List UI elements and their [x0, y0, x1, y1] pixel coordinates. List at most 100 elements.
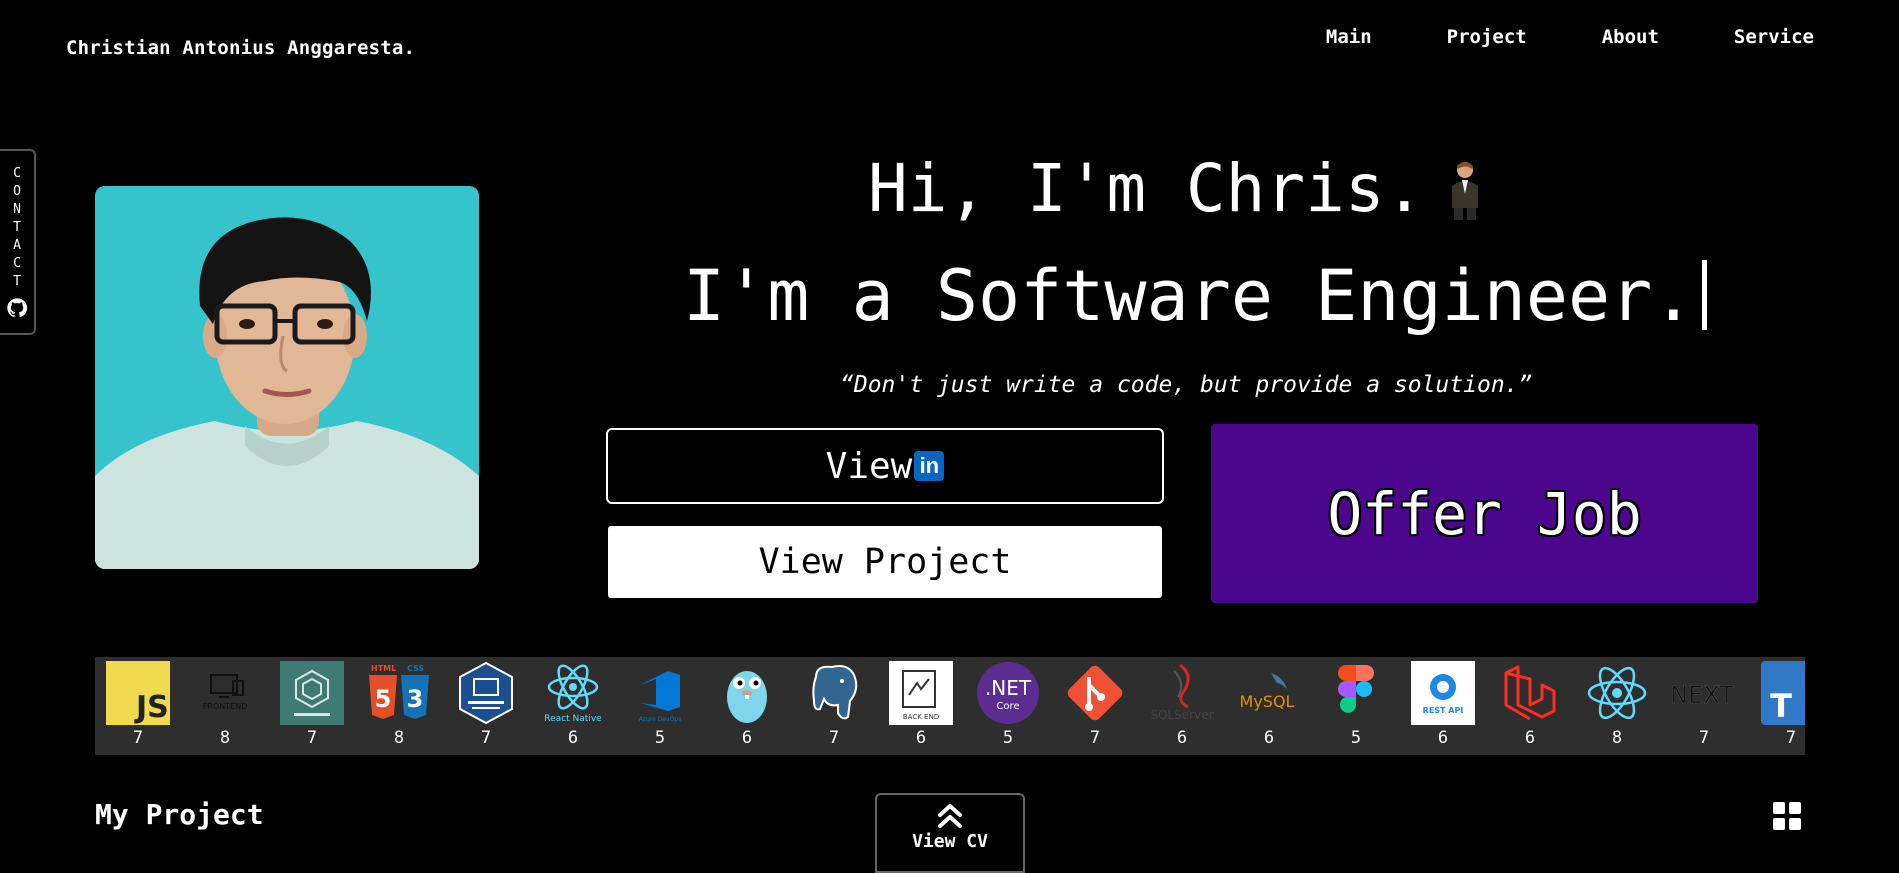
skill-software-engineering: 7	[453, 661, 519, 748]
golang-gopher-icon	[715, 661, 779, 725]
contact-letter: O	[13, 184, 21, 199]
skill-dotnet-core: .NET Core 5	[975, 661, 1041, 748]
skill-level: 7	[306, 728, 318, 748]
view-cv-button[interactable]: View CV	[875, 793, 1025, 873]
skill-level: 8	[219, 728, 231, 748]
dotnet-core-icon-text: Core	[996, 701, 1019, 712]
frontend-icon: FRONTEND	[193, 661, 257, 725]
skill-level: 8	[393, 728, 405, 748]
dotnet-core-icon: .NET Core	[976, 661, 1040, 725]
skill-level: 5	[654, 728, 666, 748]
skill-software-development: 7	[279, 661, 345, 748]
skill-sql-server: SQLServer 6	[1149, 661, 1215, 748]
skill-golang: 6	[714, 661, 780, 748]
hero-role-text: I'm a Software Engineer.	[683, 255, 1695, 337]
skill-level: 6	[1263, 728, 1275, 748]
react-icon	[1585, 661, 1649, 725]
sql-server-icon: SQLServer	[1150, 661, 1214, 725]
css-icon-text: CSS	[407, 664, 424, 673]
skill-frontend: FRONTEND 8	[192, 661, 258, 748]
react-native-icon-text: React Native	[544, 714, 602, 724]
software-development-icon	[280, 661, 344, 725]
view-project-button[interactable]: View Project	[608, 526, 1162, 598]
nextjs-icon: NEXT	[1672, 661, 1736, 725]
skill-figma: 5	[1323, 661, 1389, 748]
nav-main[interactable]: Main	[1326, 26, 1372, 48]
skills-strip[interactable]: JS 7 FRONTEND 8 7 HTML CSS 5 3 8 7 React Na…	[95, 657, 1805, 755]
postgresql-icon	[802, 661, 866, 725]
chevron-double-up-icon	[938, 804, 962, 828]
javascript-icon: JS	[106, 661, 170, 725]
restapi-icon-text: REST API	[1423, 706, 1464, 715]
sqlserver-icon-text: SQLServer	[1150, 708, 1213, 722]
skill-backend: BACK END 6	[888, 661, 954, 748]
contact-label: C O N T A C T	[13, 165, 21, 291]
dancing-avatar-icon	[1452, 161, 1479, 220]
contact-tab[interactable]: C O N T A C T	[0, 149, 36, 335]
svg-text:3: 3	[407, 685, 424, 713]
nav-project[interactable]: Project	[1447, 26, 1527, 48]
skill-level: 6	[1437, 728, 1449, 748]
html5-css3-icon: HTML CSS 5 3	[367, 661, 431, 725]
skill-git: 7	[1062, 661, 1128, 748]
brand-name[interactable]: Christian Antonius Anggaresta.	[66, 37, 415, 59]
skill-react: 8	[1584, 661, 1650, 748]
skill-level: 8	[1611, 728, 1623, 748]
skill-react-native: React Native 6	[540, 661, 606, 748]
typescript-icon: T	[1759, 661, 1805, 725]
contact-letter: C	[13, 256, 21, 271]
grid-view-icon[interactable]	[1773, 802, 1801, 830]
skill-level: 6	[741, 728, 753, 748]
view-cv-label: View CV	[912, 831, 988, 852]
main-nav: Main Project About Service	[1251, 26, 1814, 48]
backend-icon: BACK END	[889, 661, 953, 725]
svg-text:5: 5	[375, 685, 392, 713]
typescript-icon-text: T	[1770, 687, 1792, 725]
profile-photo	[95, 186, 479, 569]
skill-level: 5	[1002, 728, 1014, 748]
contact-letter: T	[13, 220, 21, 235]
skill-mysql: MySQL 6	[1236, 661, 1302, 748]
skill-typescript: T 7	[1758, 661, 1805, 748]
contact-letter: N	[13, 202, 21, 217]
skill-javascript: JS 7	[105, 661, 171, 748]
typing-caret	[1702, 260, 1708, 330]
view-linkedin-label: View	[825, 445, 913, 487]
skill-azure-devops: Azure DevOps 5	[627, 661, 693, 748]
nextjs-icon-text: NEXT	[1672, 681, 1734, 709]
laravel-icon	[1498, 661, 1562, 725]
skill-level: 7	[480, 728, 492, 748]
github-icon[interactable]	[6, 297, 28, 319]
skill-level: 7	[828, 728, 840, 748]
azure-devops-icon: Azure DevOps	[628, 661, 692, 725]
azure-icon-text: Azure DevOps	[639, 716, 682, 723]
nav-about[interactable]: About	[1602, 26, 1659, 48]
js-icon-text: JS	[134, 690, 169, 725]
figma-icon	[1324, 661, 1388, 725]
html-icon-text: HTML	[371, 664, 396, 673]
skill-rest-api: REST API 6	[1410, 661, 1476, 748]
software-engineering-icon	[454, 661, 518, 725]
rest-api-icon: REST API	[1411, 661, 1475, 725]
skill-level: 6	[567, 728, 579, 748]
hero-quote: “Don't just write a code, but provide a …	[840, 372, 1533, 398]
skill-level: 6	[915, 728, 927, 748]
skill-postgresql: 7	[801, 661, 867, 748]
mysql-icon: MySQL	[1237, 661, 1301, 725]
contact-letter: A	[13, 238, 21, 253]
offer-job-button[interactable]: Offer Job	[1211, 424, 1758, 603]
view-linkedin-button[interactable]: View in	[606, 428, 1164, 504]
hero-greeting-text: Hi, I'm Chris.	[868, 150, 1425, 227]
skill-level: 7	[1698, 728, 1710, 748]
mysql-icon-text: MySQL	[1240, 692, 1295, 711]
hero-role: I'm a Software Engineer.	[683, 255, 1708, 337]
my-project-heading: My Project	[95, 798, 264, 831]
dotnet-icon-text: .NET	[985, 676, 1032, 700]
skill-level: 7	[1089, 728, 1101, 748]
nav-service[interactable]: Service	[1734, 26, 1814, 48]
contact-letter: C	[13, 166, 21, 181]
contact-letter: T	[13, 274, 21, 289]
git-icon	[1063, 661, 1127, 725]
skill-level: 5	[1350, 728, 1362, 748]
skill-level: 7	[1785, 728, 1797, 748]
